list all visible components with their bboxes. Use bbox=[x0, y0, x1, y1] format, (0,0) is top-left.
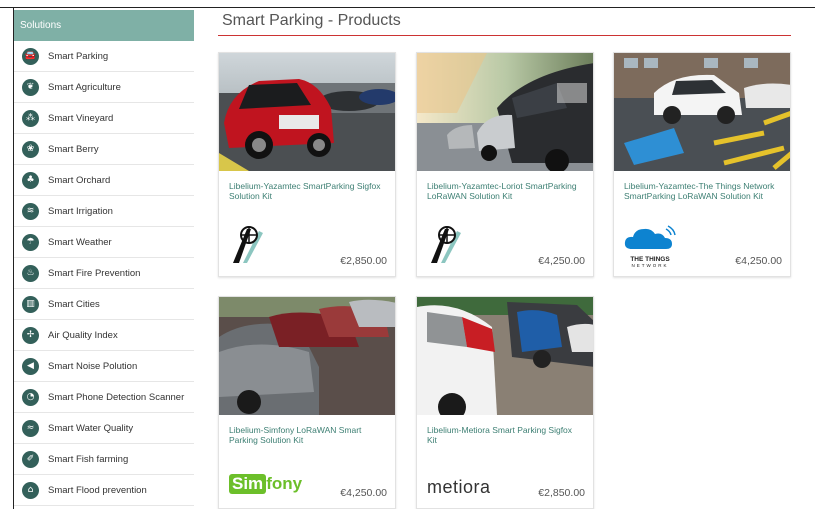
sidebar-item-label: Smart Phone Detection Scanner bbox=[48, 391, 185, 403]
sidebar-item-smart-irrigation[interactable]: ≋ Smart Irrigation bbox=[14, 196, 194, 227]
sidebar-item-label: Smart Agriculture bbox=[48, 81, 121, 93]
house-icon-glyph: ⌂ bbox=[27, 484, 34, 495]
irrigation-icon-glyph: ≋ bbox=[26, 205, 35, 216]
sidebar-item-smart-noise-polution[interactable]: ◀ Smart Noise Polution bbox=[14, 351, 194, 382]
product-photo-white-car[interactable] bbox=[417, 297, 593, 415]
sidebar-item-smart-fire-prevention[interactable]: ♨ Smart Fire Prevention bbox=[14, 258, 194, 289]
solutions-sidebar: Solutions 🚘 Smart Parking ❦ Smart Agricultu… bbox=[14, 10, 194, 506]
sidebar-item-smart-flood-prevention[interactable]: ⌂ Smart Flood prevention bbox=[14, 475, 194, 506]
product-price: €4,250.00 bbox=[735, 255, 782, 267]
sidebar-item-air-quality-index[interactable]: ✢ Air Quality Index bbox=[14, 320, 194, 351]
sidebar-item-label: Smart Berry bbox=[48, 143, 99, 155]
fire-icon: ♨ bbox=[22, 264, 39, 282]
product-footer: €2,850.00 bbox=[219, 225, 395, 276]
product-photo-red-mini[interactable] bbox=[219, 53, 395, 171]
fish-icon: ✐ bbox=[22, 450, 39, 468]
product-name[interactable]: Libelium-Yazamtec-Loriot SmartParking Lo… bbox=[417, 171, 593, 226]
sidebar-item-smart-water-quality[interactable]: ≈ Smart Water Quality bbox=[14, 413, 194, 444]
car-icon-glyph: 🚘 bbox=[24, 50, 37, 61]
berry-icon-glyph: ❀ bbox=[26, 143, 35, 154]
product-photo-parking-row[interactable] bbox=[417, 53, 593, 171]
sidebar-item-smart-cities[interactable]: ▥ Smart Cities bbox=[14, 289, 194, 320]
product-photo-ev-parking[interactable] bbox=[614, 53, 790, 171]
tree-icon: ♣ bbox=[22, 171, 39, 189]
product-name[interactable]: Libelium-Yazamtec-The Things Network Sma… bbox=[614, 171, 790, 226]
sidebar-item-smart-parking[interactable]: 🚘 Smart Parking bbox=[14, 41, 194, 72]
simfony-logo-fony: fony bbox=[266, 474, 303, 493]
fish-icon-glyph: ✐ bbox=[26, 453, 35, 464]
ttn-logo-subtext: NETWORK bbox=[631, 263, 669, 268]
product-card[interactable]: Libelium-Yazamtec-Loriot SmartParking Lo… bbox=[416, 52, 594, 277]
sidebar-header: Solutions bbox=[14, 10, 194, 41]
house-icon: ⌂ bbox=[22, 481, 39, 499]
sidebar-item-label: Smart Irrigation bbox=[48, 205, 113, 217]
the-things-network-logo: THE THINGS NETWORK bbox=[624, 225, 676, 268]
title-divider bbox=[218, 35, 791, 36]
fan-icon: ✢ bbox=[22, 326, 39, 344]
speaker-icon: ◀ bbox=[22, 357, 39, 375]
yazamtec-logo bbox=[427, 225, 467, 270]
product-footer: metiora €2,850.00 bbox=[417, 460, 593, 508]
sidebar-item-label: Smart Fire Prevention bbox=[48, 267, 141, 279]
product-card[interactable]: Libelium-Simfony LoRaWAN Smart Parking S… bbox=[218, 296, 396, 509]
sidebar-item-label: Smart Flood prevention bbox=[48, 484, 147, 496]
waves-icon: ≈ bbox=[22, 419, 39, 437]
sidebar-item-label: Smart Fish farming bbox=[48, 453, 129, 465]
product-price: €4,250.00 bbox=[340, 487, 387, 499]
umbrella-icon: ☂ bbox=[22, 233, 39, 251]
sidebar-item-smart-fish-farming[interactable]: ✐ Smart Fish farming bbox=[14, 444, 194, 475]
product-photo-car-row[interactable] bbox=[219, 297, 395, 415]
sidebar-item-label: Smart Orchard bbox=[48, 174, 111, 186]
sidebar-item-label: Smart Weather bbox=[48, 236, 112, 248]
product-footer: THE THINGS NETWORK €4,250.00 bbox=[614, 225, 790, 276]
product-price: €4,250.00 bbox=[538, 255, 585, 267]
sidebar-list: 🚘 Smart Parking ❦ Smart Agriculture ⁂ Smart V… bbox=[14, 41, 194, 506]
radar-icon: ◔ bbox=[22, 388, 39, 406]
product-price: €2,850.00 bbox=[340, 255, 387, 267]
umbrella-icon-glyph: ☂ bbox=[26, 236, 35, 247]
waves-icon-glyph: ≈ bbox=[26, 422, 35, 433]
product-footer: €4,250.00 bbox=[417, 225, 593, 276]
sidebar-item-smart-vineyard[interactable]: ⁂ Smart Vineyard bbox=[14, 103, 194, 134]
building-icon-glyph: ▥ bbox=[26, 298, 35, 309]
product-card[interactable]: Libelium-Metiora Smart Parking Sigfox Ki… bbox=[416, 296, 594, 509]
grapes-icon-glyph: ⁂ bbox=[26, 112, 35, 123]
sidebar-item-label: Smart Parking bbox=[48, 50, 109, 62]
berry-icon: ❀ bbox=[22, 140, 39, 158]
simfony-logo-sim: Sim bbox=[229, 474, 267, 494]
speaker-icon-glyph: ◀ bbox=[27, 360, 34, 371]
ttn-logo-text: THE THINGS bbox=[630, 256, 670, 263]
sidebar-item-label: Smart Noise Polution bbox=[48, 360, 138, 372]
sidebar-item-label: Smart Water Quality bbox=[48, 422, 134, 434]
sidebar-item-smart-phone-detection-scanner[interactable]: ◔ Smart Phone Detection Scanner bbox=[14, 382, 194, 413]
metiora-logo: metiora bbox=[427, 477, 491, 497]
tree-icon-glyph: ♣ bbox=[26, 174, 35, 185]
sidebar-item-label: Smart Vineyard bbox=[48, 112, 114, 124]
sidebar-item-label: Air Quality Index bbox=[48, 329, 118, 341]
product-card[interactable]: Libelium-Yazamtec-The Things Network Sma… bbox=[613, 52, 791, 277]
product-card[interactable]: Libelium-Yazamtec SmartParking Sigfox So… bbox=[218, 52, 396, 277]
sidebar-item-smart-agriculture[interactable]: ❦ Smart Agriculture bbox=[14, 72, 194, 103]
product-name[interactable]: Libelium-Yazamtec SmartParking Sigfox So… bbox=[219, 171, 395, 226]
irrigation-icon: ≋ bbox=[22, 202, 39, 220]
simfony-logo: Sim fony bbox=[229, 474, 302, 494]
fire-icon-glyph: ♨ bbox=[26, 267, 35, 278]
sidebar-item-smart-weather[interactable]: ☂ Smart Weather bbox=[14, 227, 194, 258]
leaf-icon-glyph: ❦ bbox=[26, 81, 35, 92]
sidebar-item-label: Smart Cities bbox=[48, 298, 100, 310]
fan-icon-glyph: ✢ bbox=[26, 329, 35, 340]
product-price: €2,850.00 bbox=[538, 487, 585, 499]
product-footer: Sim fony €4,250.00 bbox=[219, 460, 395, 508]
leaf-icon: ❦ bbox=[22, 78, 39, 96]
sidebar-item-smart-orchard[interactable]: ♣ Smart Orchard bbox=[14, 165, 194, 196]
grapes-icon: ⁂ bbox=[22, 109, 39, 127]
radar-icon-glyph: ◔ bbox=[26, 391, 35, 402]
car-icon: 🚘 bbox=[22, 47, 39, 65]
frame-border-top bbox=[0, 7, 815, 8]
building-icon: ▥ bbox=[22, 295, 39, 313]
page-title: Smart Parking - Products bbox=[222, 12, 401, 29]
yazamtec-logo bbox=[229, 225, 269, 270]
sidebar-item-smart-berry[interactable]: ❀ Smart Berry bbox=[14, 134, 194, 165]
